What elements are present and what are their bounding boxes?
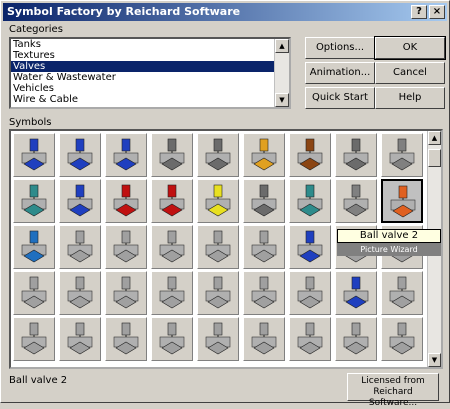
scroll-thumb[interactable]	[428, 149, 441, 167]
valve-symbol-icon[interactable]	[105, 225, 147, 269]
cancel-button[interactable]: Cancel	[375, 62, 445, 84]
scroll-up-icon[interactable]: ▲	[428, 131, 441, 145]
valve-symbol-icon[interactable]	[105, 179, 147, 223]
valve-symbol-icon[interactable]	[151, 225, 193, 269]
category-item[interactable]: Vehicles	[11, 83, 289, 94]
ok-button[interactable]: OK	[374, 36, 446, 60]
valve-symbol-icon[interactable]	[335, 317, 377, 361]
license-button[interactable]: Licensed from Reichard Software...	[347, 373, 439, 408]
valve-symbol-icon[interactable]	[289, 317, 331, 361]
valve-symbol-icon[interactable]	[59, 225, 101, 269]
valve-symbol-icon[interactable]	[243, 179, 285, 223]
valve-symbol-icon[interactable]	[13, 271, 55, 315]
scroll-down-icon[interactable]: ▼	[428, 353, 441, 367]
valve-symbol-icon[interactable]	[197, 317, 239, 361]
valve-symbol-icon[interactable]	[197, 179, 239, 223]
category-item[interactable]: Tanks	[11, 39, 289, 50]
title-bar: Symbol Factory by Reichard Software	[3, 3, 447, 21]
valve-symbol-icon[interactable]	[105, 271, 147, 315]
valve-symbol-icon[interactable]	[151, 317, 193, 361]
status-text: Ball valve 2	[9, 375, 68, 386]
category-item[interactable]: Textures	[11, 50, 289, 61]
license-line-1: Licensed from	[361, 376, 425, 386]
symbols-label: Symbols	[9, 117, 52, 128]
close-icon[interactable]: ×	[429, 5, 445, 19]
valve-symbol-icon[interactable]	[197, 133, 239, 177]
categories-label: Categories	[9, 24, 63, 35]
valve-symbol-icon[interactable]	[151, 179, 193, 223]
valve-symbol-icon[interactable]	[335, 271, 377, 315]
window-title: Symbol Factory by Reichard Software	[7, 5, 241, 18]
category-item[interactable]: Wire & Cable	[11, 94, 289, 105]
symbol-tooltip: Ball valve 2	[337, 229, 441, 243]
categories-listbox[interactable]: Tanks Textures Valves Water & Wastewater Veh…	[9, 37, 291, 109]
valve-symbol-icon[interactable]	[13, 225, 55, 269]
valve-symbol-icon[interactable]	[151, 271, 193, 315]
categories-scrollbar[interactable]: ▲ ▼	[274, 39, 289, 107]
valve-symbol-icon[interactable]	[289, 271, 331, 315]
help-button[interactable]: Help	[375, 87, 445, 109]
valve-symbol-icon[interactable]	[13, 133, 55, 177]
valve-symbol-icon[interactable]	[13, 317, 55, 361]
valve-symbol-icon[interactable]	[289, 133, 331, 177]
help-icon[interactable]: ?	[411, 5, 427, 19]
options-button[interactable]: Options...	[305, 37, 375, 59]
valve-symbol-icon[interactable]	[335, 133, 377, 177]
valve-symbol-icon[interactable]	[335, 179, 377, 223]
category-item[interactable]: Valves	[11, 61, 289, 72]
valve-symbol-icon[interactable]	[381, 179, 423, 223]
valve-symbol-icon[interactable]	[197, 271, 239, 315]
valve-symbol-icon[interactable]	[13, 179, 55, 223]
valve-symbol-icon[interactable]	[59, 179, 101, 223]
valve-symbol-icon[interactable]	[243, 317, 285, 361]
quick-start-button[interactable]: Quick Start	[305, 87, 375, 109]
valve-symbol-icon[interactable]	[381, 271, 423, 315]
valve-symbol-icon[interactable]	[59, 271, 101, 315]
valve-symbol-icon[interactable]	[105, 133, 147, 177]
valve-symbol-icon[interactable]	[151, 133, 193, 177]
license-line-2: Reichard Software...	[368, 387, 418, 408]
valve-symbol-icon[interactable]	[243, 271, 285, 315]
valve-symbol-icon[interactable]	[381, 133, 423, 177]
valve-symbol-icon[interactable]	[105, 317, 147, 361]
scroll-down-icon[interactable]: ▼	[275, 93, 289, 107]
scroll-up-icon[interactable]: ▲	[275, 39, 289, 53]
category-item[interactable]: Water & Wastewater	[11, 72, 289, 83]
tooltip-subtitle: Picture Wizard	[337, 243, 441, 256]
valve-symbol-icon[interactable]	[197, 225, 239, 269]
animation-button[interactable]: Animation...	[305, 62, 375, 84]
valve-symbol-icon[interactable]	[289, 225, 331, 269]
valve-symbol-icon[interactable]	[59, 317, 101, 361]
valve-symbol-icon[interactable]	[243, 225, 285, 269]
valve-symbol-icon[interactable]	[243, 133, 285, 177]
valve-symbol-icon[interactable]	[59, 133, 101, 177]
symbol-factory-window: Symbol Factory by Reichard Software ? × …	[0, 0, 450, 408]
valve-symbol-icon[interactable]	[381, 317, 423, 361]
valve-symbol-icon[interactable]	[289, 179, 331, 223]
